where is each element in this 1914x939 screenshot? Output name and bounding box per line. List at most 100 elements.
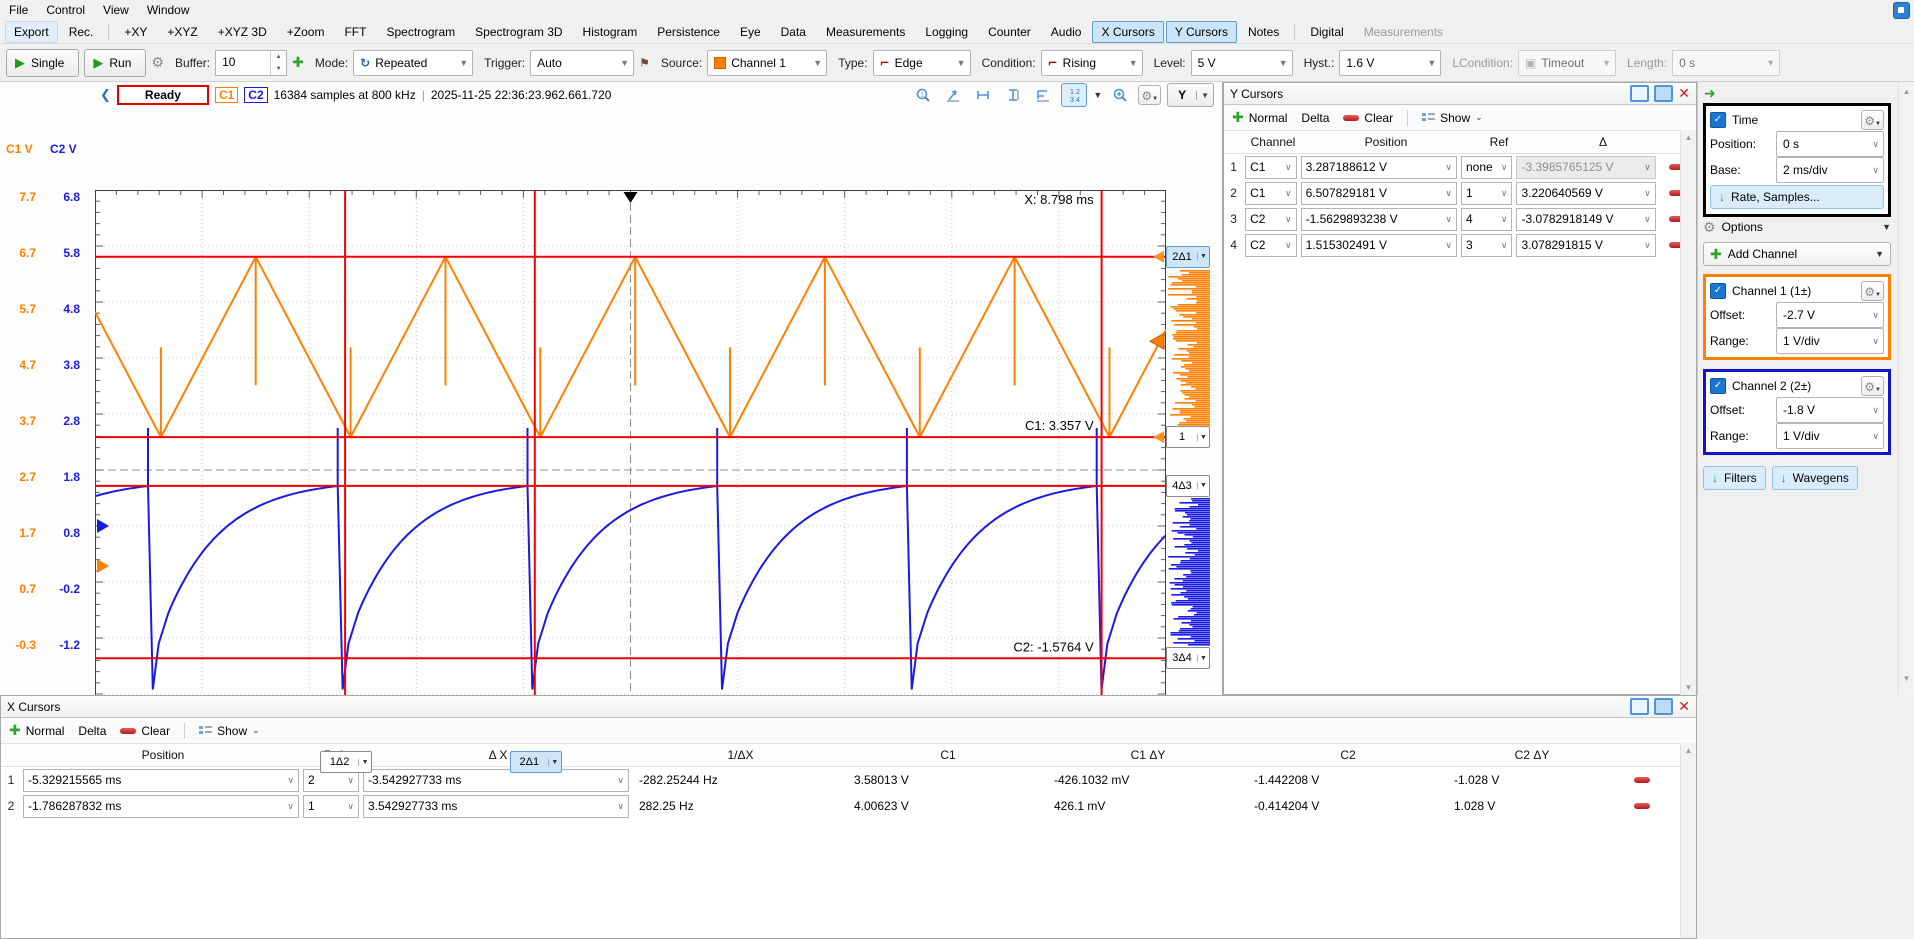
channel-select[interactable]: C1∨ — [1245, 182, 1297, 205]
y-cursor-tag-2Δ1[interactable]: 2Δ1▼ — [1166, 246, 1210, 268]
tab--xyz[interactable]: +XYZ — [158, 21, 206, 43]
app-icon[interactable] — [1893, 2, 1910, 19]
delta-combo[interactable]: -3.0782918149 V∨ — [1516, 208, 1655, 231]
x-cursors-scrollbar[interactable]: ▲ — [1680, 743, 1696, 938]
ref-select[interactable]: 3∨ — [1461, 234, 1513, 257]
y-cursor-tag-3Δ4[interactable]: 3Δ4▼ — [1166, 647, 1210, 669]
delta-combo[interactable]: -3.3985765125 V∨ — [1516, 156, 1655, 179]
channel-select[interactable]: C1∨ — [1245, 156, 1297, 179]
tab-audio[interactable]: Audio — [1042, 21, 1091, 43]
quad-view-button[interactable]: 1234 — [1061, 83, 1087, 107]
pointer-mode-button[interactable] — [941, 84, 965, 106]
channel1-checkbox[interactable]: ✓ — [1710, 283, 1726, 299]
tab-counter[interactable]: Counter — [979, 21, 1040, 43]
x-position-combo[interactable]: -5.329215565 ms∨ — [23, 769, 299, 792]
position-combo[interactable]: -1.5629893238 V∨ — [1301, 208, 1457, 231]
tab-rec-[interactable]: Rec. — [60, 21, 103, 43]
y-cursors-scrollbar[interactable]: ▲ ▼ — [1680, 130, 1696, 695]
tab-x-cursors[interactable]: X Cursors — [1092, 21, 1163, 43]
scroll-up-icon[interactable]: ▲ — [1900, 87, 1913, 96]
y-cursor-tag-1[interactable]: 1▼ — [1166, 426, 1210, 448]
hysteresis-select[interactable]: 1.6 V ▼ — [1339, 50, 1441, 76]
remove-cursor-button[interactable] — [1634, 803, 1650, 809]
y-add-delta-button[interactable]: Delta — [1301, 111, 1329, 125]
x-clear-button[interactable]: Clear — [120, 724, 170, 738]
channel2-checkbox[interactable]: ✓ — [1710, 378, 1726, 394]
tab-digital[interactable]: Digital — [1301, 21, 1352, 43]
channel2-gear-button[interactable]: ⚙▼ — [1861, 376, 1884, 396]
maximize-window-icon[interactable] — [1654, 85, 1673, 102]
menu-window[interactable]: Window — [138, 1, 199, 19]
tab-data[interactable]: Data — [772, 21, 815, 43]
channel1-range-select[interactable]: 1 V/div∨ — [1776, 328, 1884, 354]
x-add-normal-button[interactable]: ✚Normal — [9, 722, 64, 739]
options-row[interactable]: ⚙ Options ▼ — [1703, 216, 1891, 238]
time-checkbox[interactable]: ✓ — [1710, 112, 1726, 128]
tab-histogram[interactable]: Histogram — [574, 21, 647, 43]
zoom-reset-button[interactable]: 1 — [911, 84, 935, 106]
y-show-button[interactable]: Show⌄ — [1422, 111, 1483, 125]
vertical-measure-button[interactable] — [1001, 84, 1025, 106]
ref-select[interactable]: 1∨ — [1461, 182, 1513, 205]
x-show-button[interactable]: Show⌄ — [199, 724, 260, 738]
add-mode-icon[interactable]: ✚ — [292, 54, 304, 71]
single-button[interactable]: ▶ Single — [6, 49, 79, 77]
menu-view[interactable]: View — [94, 1, 138, 19]
scroll-up-icon[interactable]: ▲ — [1682, 133, 1695, 142]
x-ref-combo[interactable]: 1∨ — [303, 795, 359, 818]
delta-combo[interactable]: 3.220640569 V∨ — [1516, 182, 1655, 205]
maximize-window-icon[interactable] — [1654, 698, 1673, 715]
y-axis-selector-arrow[interactable]: ▼ — [1196, 91, 1213, 100]
x-cursor-tag-1Δ2[interactable]: 1Δ2▼ — [320, 751, 372, 773]
position-combo[interactable]: 6.507829181 V∨ — [1301, 182, 1457, 205]
tab-y-cursors[interactable]: Y Cursors — [1166, 21, 1237, 43]
source-select[interactable]: Channel 1 ▼ — [707, 50, 827, 76]
channel-select[interactable]: C2∨ — [1245, 234, 1297, 257]
tab-export[interactable]: Export — [5, 21, 58, 43]
scroll-down-icon[interactable]: ▼ — [1682, 683, 1695, 692]
x-cursor-tag-2Δ1[interactable]: 2Δ1▼ — [510, 751, 562, 773]
tab--xy[interactable]: +XY — [115, 21, 156, 43]
position-combo[interactable]: 1.515302491 V∨ — [1301, 234, 1457, 257]
remove-cursor-button[interactable] — [1634, 777, 1650, 783]
tab--xyz-3d[interactable]: +XYZ 3D — [209, 21, 276, 43]
tab-spectrogram-3d[interactable]: Spectrogram 3D — [466, 21, 571, 43]
tab--zoom[interactable]: +Zoom — [278, 21, 334, 43]
ref-select[interactable]: none∨ — [1461, 156, 1513, 179]
quad-view-dropdown-icon[interactable]: ▼ — [1093, 90, 1102, 100]
x-add-delta-button[interactable]: Delta — [78, 724, 106, 738]
close-window-icon[interactable]: ✕ — [1678, 700, 1690, 713]
wavegens-button[interactable]: ↓Wavegens — [1772, 466, 1858, 490]
x-dx-combo[interactable]: 3.542927733 ms∨ — [363, 795, 629, 818]
time-gear-button[interactable]: ⚙▼ — [1861, 110, 1884, 130]
type-select[interactable]: ⌐ Edge ▼ — [873, 50, 971, 76]
ref-select[interactable]: 4∨ — [1461, 208, 1513, 231]
time-base-select[interactable]: 2 ms/div∨ — [1776, 157, 1884, 183]
y-clear-button[interactable]: Clear — [1343, 111, 1393, 125]
tab-notes[interactable]: Notes — [1239, 21, 1288, 43]
y-axis-selector[interactable]: Y▼ — [1167, 83, 1214, 107]
tab-eye[interactable]: Eye — [731, 21, 770, 43]
buffer-gear-icon[interactable]: ⚙ — [151, 54, 164, 71]
horizontal-measure-button[interactable] — [971, 84, 995, 106]
lcondition-select[interactable]: ▣ Timeout ▼ — [1518, 50, 1616, 76]
channel1-badge[interactable]: C1 — [215, 87, 238, 103]
tab-measurements[interactable]: Measurements — [817, 21, 914, 43]
tab-persistence[interactable]: Persistence — [648, 21, 729, 43]
time-position-select[interactable]: 0 s∨ — [1776, 131, 1884, 157]
menu-control[interactable]: Control — [37, 1, 94, 19]
expand-right-icon[interactable]: ➜ — [1704, 85, 1716, 102]
collapse-left-icon[interactable]: ❮ — [100, 87, 111, 103]
run-button[interactable]: ▶ Run — [84, 49, 146, 77]
tab-spectrogram[interactable]: Spectrogram — [377, 21, 464, 43]
edge-measure-button[interactable] — [1031, 84, 1055, 106]
float-window-icon[interactable] — [1630, 698, 1649, 715]
zoom-in-button[interactable] — [1108, 84, 1132, 106]
tab-fft[interactable]: FFT — [335, 21, 375, 43]
channel1-gear-button[interactable]: ⚙▼ — [1861, 281, 1884, 301]
y-cursor-tag-4Δ3[interactable]: 4Δ3▼ — [1166, 475, 1210, 497]
condition-select[interactable]: ⌐ Rising ▼ — [1041, 50, 1143, 76]
close-window-icon[interactable]: ✕ — [1678, 87, 1690, 100]
rate-samples-button[interactable]: ↓ Rate, Samples... — [1710, 185, 1884, 209]
x-dx-combo[interactable]: -3.542927733 ms∨ — [363, 769, 629, 792]
